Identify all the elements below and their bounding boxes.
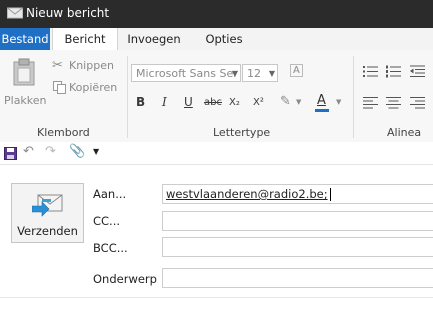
subject-field[interactable]: [162, 268, 433, 288]
clipboard-icon: [13, 58, 35, 86]
font-size-combo[interactable]: 12 ▼: [242, 64, 278, 82]
ribbon-tabs: Bestand Bericht Invoegen Opties: [0, 28, 433, 51]
align-center-icon[interactable]: [386, 97, 401, 109]
tab-bestand[interactable]: Bestand: [0, 28, 50, 50]
font-group-label: Lettertype: [213, 126, 271, 139]
cut-button[interactable]: ✂ Knippen: [52, 58, 118, 74]
subject-label: Onderwerp: [93, 272, 157, 286]
font-color-letter: A: [317, 93, 326, 108]
font-name-value: Microsoft Sans Ser: [136, 67, 238, 80]
highlight-icon[interactable]: ✎: [280, 94, 291, 109]
header-divider: [0, 297, 433, 298]
cut-label: Knippen: [69, 59, 114, 72]
bullet-list-icon[interactable]: [363, 65, 378, 78]
clipboard-group-label: Klembord: [37, 126, 90, 139]
envelope-icon: [7, 7, 23, 19]
copy-button[interactable]: Kopiëren: [52, 80, 122, 96]
copy-label: Kopiëren: [69, 81, 118, 94]
decrease-indent-icon[interactable]: [410, 65, 425, 78]
clear-formatting-icon[interactable]: A: [290, 64, 303, 77]
numbered-list-icon[interactable]: [386, 65, 401, 78]
bold-button[interactable]: B: [136, 95, 145, 109]
quick-access-toolbar: ↶ ↷ 📎 ▼: [0, 142, 433, 165]
attach-icon[interactable]: 📎: [69, 144, 85, 159]
save-icon[interactable]: [4, 147, 17, 160]
paragraph-group-label: Alinea: [387, 126, 422, 139]
bcc-button[interactable]: BCC...: [93, 241, 128, 255]
paste-button[interactable]: Plakken: [4, 56, 47, 112]
scissors-icon: ✂: [52, 58, 63, 73]
copy-icon: [53, 81, 66, 94]
customize-toolbar-icon[interactable]: ▼: [93, 147, 99, 156]
tab-bericht[interactable]: Bericht: [52, 28, 118, 51]
chevron-down-icon[interactable]: ▼: [296, 98, 301, 106]
send-label: Verzenden: [17, 224, 78, 238]
ribbon: Plakken ✂ Knippen Kopiëren Klembord Micr…: [0, 50, 433, 143]
font-name-combo[interactable]: Microsoft Sans Ser ▼: [131, 64, 241, 82]
to-button[interactable]: Aan...: [93, 187, 126, 201]
tab-opties[interactable]: Opties: [192, 28, 256, 50]
send-button[interactable]: Verzenden: [11, 183, 84, 243]
strikethrough-button[interactable]: abc: [204, 97, 222, 108]
redo-icon[interactable]: ↷: [45, 144, 56, 159]
chevron-down-icon: ▼: [268, 69, 275, 78]
chevron-down-icon: ▼: [231, 69, 238, 78]
title-bar: Nieuw bericht: [0, 0, 433, 28]
to-field[interactable]: westvlaanderen@radio2.be;: [162, 184, 433, 204]
paste-label: Plakken: [4, 94, 47, 107]
cc-field[interactable]: [162, 211, 433, 231]
send-envelope-icon: [32, 194, 63, 217]
group-separator: [127, 56, 128, 138]
subscript-button[interactable]: X₂: [229, 97, 240, 108]
font-size-value: 12: [247, 67, 261, 80]
window-title: Nieuw bericht: [26, 6, 110, 20]
underline-button[interactable]: U: [184, 95, 193, 109]
superscript-button[interactable]: X²: [253, 97, 264, 108]
chevron-down-icon[interactable]: ▼: [336, 98, 341, 106]
cc-button[interactable]: CC...: [93, 214, 120, 228]
align-left-icon[interactable]: [363, 97, 378, 109]
align-right-icon[interactable]: [410, 97, 425, 109]
undo-icon[interactable]: ↶: [23, 144, 34, 159]
bcc-field[interactable]: [162, 237, 433, 257]
text-caret: [329, 188, 331, 201]
group-separator: [353, 56, 354, 138]
to-recipient[interactable]: westvlaanderen@radio2.be;: [166, 187, 328, 201]
font-color-bar: [315, 109, 329, 112]
tab-invoegen[interactable]: Invoegen: [119, 28, 189, 50]
font-color-button[interactable]: A: [314, 92, 330, 112]
italic-button[interactable]: I: [162, 95, 167, 109]
